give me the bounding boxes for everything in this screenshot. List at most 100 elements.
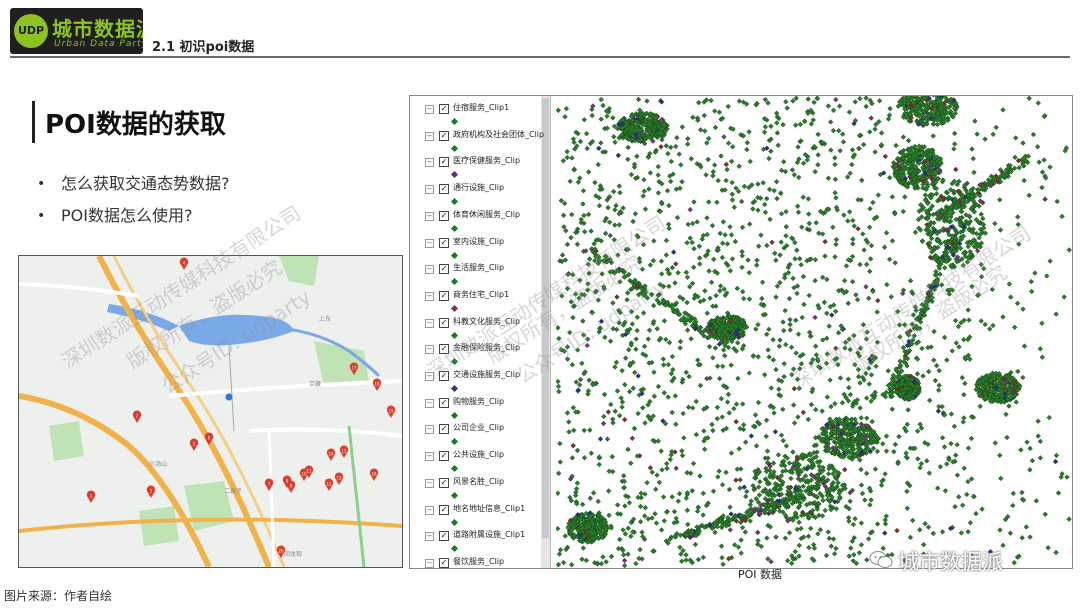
logo-subtitle: Urban Data Party xyxy=(54,39,143,49)
map-pin-label: 6 xyxy=(208,436,211,441)
map-pin-label: 18 xyxy=(374,382,380,387)
map-pin-label: 1 xyxy=(90,494,93,499)
collapse-toggle-icon[interactable]: − xyxy=(425,238,434,248)
collapse-toggle-icon[interactable]: − xyxy=(425,185,434,195)
layer-visibility-checkbox[interactable]: ✓ xyxy=(439,317,449,328)
map-pin-label: 2 xyxy=(136,414,139,419)
collapse-toggle-icon[interactable]: − xyxy=(425,318,434,328)
layer-item[interactable]: − ✓ 地名地址信息_Clip1 xyxy=(416,503,541,529)
layer-name: 商务住宅_Clip1 xyxy=(453,289,510,299)
layer-symbol-icon xyxy=(450,198,459,206)
layer-visibility-checkbox[interactable]: ✓ xyxy=(439,504,449,515)
layer-item[interactable]: − ✓ 室内设施_Clip xyxy=(416,236,541,262)
layer-item[interactable]: − ✓ 住宿服务_Clip1 xyxy=(416,102,541,128)
layer-visibility-checkbox[interactable]: ✓ xyxy=(439,210,449,221)
map-pin-label: 17 xyxy=(351,366,357,371)
collapse-toggle-icon[interactable]: − xyxy=(425,425,434,435)
layer-item[interactable]: − ✓ 公共设施_Clip xyxy=(416,449,541,475)
map-pin-label: 19 xyxy=(388,409,394,414)
collapse-toggle-icon[interactable]: − xyxy=(425,345,434,355)
layer-visibility-checkbox[interactable]: ✓ xyxy=(439,264,449,275)
layer-item[interactable]: − ✓ 道路附属设施_Clip1 xyxy=(416,529,541,555)
layer-name: 医疗保健服务_Clip xyxy=(453,156,521,166)
layer-name: 住宿服务_Clip1 xyxy=(453,103,510,112)
bullet-text: POI数据怎么使用? xyxy=(61,206,193,225)
collapse-toggle-icon[interactable]: − xyxy=(425,532,434,542)
collapse-toggle-icon[interactable]: − xyxy=(425,505,434,515)
layer-symbol-icon xyxy=(450,384,459,393)
layer-item[interactable]: − ✓ 体育休闲服务_Clip xyxy=(416,209,541,235)
layer-item[interactable]: − ✓ 政府机构及社会团体_Clip xyxy=(416,129,545,155)
map-pin-label: 12 xyxy=(326,482,332,487)
collapse-toggle-icon[interactable]: − xyxy=(425,158,434,168)
layer-visibility-checkbox[interactable]: ✓ xyxy=(439,184,449,195)
layer-visibility-checkbox[interactable]: ✓ xyxy=(439,531,449,542)
layer-item[interactable]: − ✓ 商务住宅_Clip1 xyxy=(416,289,541,315)
layer-visibility-checkbox[interactable]: ✓ xyxy=(439,397,449,408)
layer-symbol-icon xyxy=(450,331,459,339)
map-pin-label: 3 xyxy=(150,489,153,494)
layer-name: 科教文化服务_Clip xyxy=(453,316,521,326)
layer-visibility-checkbox[interactable]: ✓ xyxy=(439,130,449,141)
collapse-toggle-icon[interactable]: − xyxy=(425,211,434,221)
collapse-toggle-icon[interactable]: − xyxy=(425,131,434,141)
map-pin-label: 7 xyxy=(268,482,271,487)
collapse-toggle-icon[interactable]: − xyxy=(425,558,434,568)
layer-visibility-checkbox[interactable]: ✓ xyxy=(439,424,449,435)
collapse-toggle-icon[interactable]: − xyxy=(425,398,434,408)
layer-symbol-icon xyxy=(450,411,459,419)
map-label: 上东 xyxy=(319,315,331,323)
map-pin-label: 15 xyxy=(341,449,347,454)
map-pin-label: 5 xyxy=(193,442,196,447)
layer-symbol-icon xyxy=(450,545,459,553)
layer-item[interactable]: − ✓ 交通设施服务_Clip xyxy=(416,369,541,395)
layer-symbol-icon xyxy=(450,171,459,179)
logo-title: 城市数据派 xyxy=(52,17,143,41)
layer-item[interactable]: − ✓ 医疗保健服务_Clip xyxy=(416,155,541,181)
collapse-toggle-icon[interactable]: − xyxy=(425,291,434,301)
toc-scrollbar[interactable] xyxy=(541,96,550,568)
collapse-toggle-icon[interactable]: − xyxy=(425,265,434,275)
collapse-toggle-icon[interactable]: − xyxy=(425,105,434,114)
map-pin-label: 13 xyxy=(336,476,342,481)
layer-symbol-icon xyxy=(450,465,459,473)
map-pin-label: 11 xyxy=(306,469,312,474)
poi-points xyxy=(556,96,1072,568)
scrollbar-thumb[interactable] xyxy=(542,98,549,538)
layer-visibility-checkbox[interactable]: ✓ xyxy=(439,451,449,462)
bullet-dot: • xyxy=(37,208,46,224)
layer-item[interactable]: − ✓ 科教文化服务_Clip xyxy=(416,316,541,342)
layer-item[interactable]: − ✓ 风景名胜_Clip xyxy=(416,476,541,502)
bullet-item: • 怎么获取交通态势数据? xyxy=(37,170,230,202)
layer-item[interactable]: − ✓ 公司企业_Clip xyxy=(416,422,541,448)
bullet-dot: • xyxy=(37,176,46,192)
layer-name: 政府机构及社会团体_Clip xyxy=(453,129,545,139)
layer-symbol-icon xyxy=(450,117,459,126)
slide-title: POI数据的获取 xyxy=(45,110,226,140)
layer-name: 餐饮服务_Clip xyxy=(453,556,505,566)
layer-item[interactable]: − ✓ 通行设施_Clip xyxy=(416,182,541,208)
layer-item[interactable]: − ✓ 金融保险服务_Clip xyxy=(416,342,541,368)
layer-visibility-checkbox[interactable]: ✓ xyxy=(439,237,449,248)
layer-symbol-icon xyxy=(450,491,459,499)
brand-logo: UDP 城市数据派 Urban Data Party xyxy=(10,8,143,54)
layer-item[interactable]: − ✓ 餐饮服务_Clip xyxy=(416,556,541,568)
layer-visibility-checkbox[interactable]: ✓ xyxy=(439,557,449,568)
poi-map-view[interactable] xyxy=(556,96,1072,568)
layer-item[interactable]: − ✓ 生活服务_Clip xyxy=(416,262,541,288)
layer-symbol-icon xyxy=(450,144,459,152)
layer-visibility-checkbox[interactable]: ✓ xyxy=(439,344,449,355)
bullet-list: • 怎么获取交通态势数据? • POI数据怎么使用? xyxy=(37,170,230,234)
layer-visibility-checkbox[interactable]: ✓ xyxy=(439,477,449,488)
layer-visibility-checkbox[interactable]: ✓ xyxy=(439,371,449,381)
figure-caption: POI 数据 xyxy=(738,568,783,581)
layer-item[interactable]: − ✓ 购物服务_Clip xyxy=(416,396,541,422)
collapse-toggle-icon[interactable]: − xyxy=(425,372,434,381)
layer-name: 公共设施_Clip xyxy=(453,450,505,460)
layer-visibility-checkbox[interactable]: ✓ xyxy=(439,157,449,168)
collapse-toggle-icon[interactable]: − xyxy=(425,452,434,462)
layer-name: 风景名胜_Clip xyxy=(453,476,505,486)
collapse-toggle-icon[interactable]: − xyxy=(425,478,434,488)
layer-visibility-checkbox[interactable]: ✓ xyxy=(439,104,449,114)
layer-visibility-checkbox[interactable]: ✓ xyxy=(439,290,449,301)
